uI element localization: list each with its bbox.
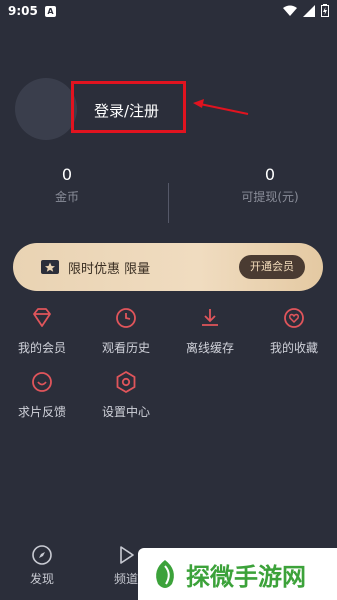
leaf-logo-icon <box>156 560 174 588</box>
menu-item-offline-cache[interactable]: 离线缓存 <box>168 305 252 356</box>
annotation-arrow-icon <box>193 99 249 115</box>
status-bar: 9:05 A <box>0 0 337 24</box>
nav-label: 发现 <box>29 572 54 586</box>
clock-icon <box>116 308 136 328</box>
coins-value: 0 <box>61 165 73 184</box>
menu-label: 离线缓存 <box>185 341 234 355</box>
battery-icon <box>321 4 329 17</box>
compass-icon <box>32 545 52 565</box>
withdrawable-label: 可提现(元) <box>241 190 299 204</box>
stats-divider <box>168 183 169 223</box>
status-time: 9:05 <box>8 4 38 18</box>
menu-label: 求片反馈 <box>17 405 66 419</box>
menu-label: 我的会员 <box>17 341 66 355</box>
menu-item-settings[interactable]: 设置中心 <box>84 369 168 420</box>
vip-promo-text: 限时优惠 限量 <box>68 262 151 277</box>
status-icons <box>283 4 329 17</box>
menu-item-my-vip[interactable]: 我的会员 <box>0 305 84 356</box>
watermark: 探微手游网 <box>138 548 337 600</box>
signal-icon <box>303 4 315 17</box>
withdrawable-value: 0 <box>264 165 276 184</box>
watermark-text: 探微手游网 <box>186 563 306 591</box>
account-stats: 0 金币 0 可提现(元) <box>0 165 337 225</box>
menu-item-request-feedback[interactable]: 求片反馈 <box>0 369 84 420</box>
download-icon <box>202 309 218 326</box>
open-vip-button[interactable]: 开通会员 <box>239 255 305 279</box>
menu-item-my-favorites[interactable]: 我的收藏 <box>252 305 336 356</box>
vip-banner[interactable]: 限时优惠 限量 开通会员 <box>13 243 323 291</box>
withdrawable-stat[interactable]: 0 可提现(元) <box>225 165 315 205</box>
heart-icon <box>284 308 304 328</box>
vip-ticket-icon <box>41 260 59 274</box>
login-register-button[interactable]: 登录/注册 <box>71 81 186 133</box>
coins-label: 金币 <box>54 190 79 204</box>
feedback-icon <box>32 372 52 392</box>
avatar[interactable] <box>15 78 77 140</box>
coins-stat[interactable]: 0 金币 <box>28 165 106 205</box>
login-register-label: 登录/注册 <box>94 102 160 120</box>
settings-icon <box>116 370 136 394</box>
menu-item-watch-history[interactable]: 观看历史 <box>84 305 168 356</box>
diamond-icon <box>33 308 51 327</box>
menu-label: 设置中心 <box>101 405 150 419</box>
wifi-icon <box>283 5 297 16</box>
nav-item-discover[interactable]: 发现 <box>12 544 72 587</box>
play-icon <box>120 546 134 564</box>
menu-label: 我的收藏 <box>269 341 318 355</box>
app-notification-icon: A <box>45 6 56 17</box>
menu-label: 观看历史 <box>101 341 150 355</box>
